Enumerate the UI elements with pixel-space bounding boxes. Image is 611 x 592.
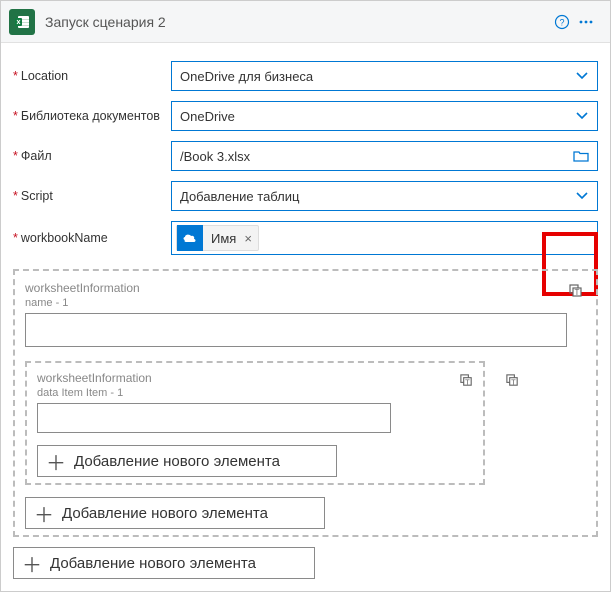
chevron-down-icon <box>575 189 589 203</box>
add-item-button[interactable]: ＋ Добавление нового элемента <box>13 547 315 579</box>
file-picker[interactable]: /Book 3.xlsx <box>171 141 598 171</box>
folder-icon[interactable] <box>573 149 589 163</box>
switch-to-input-icon[interactable]: T <box>503 371 521 389</box>
dynamic-token[interactable]: Имя × <box>176 225 259 251</box>
plus-icon: ＋ <box>26 499 62 528</box>
onedrive-icon <box>177 225 203 251</box>
worksheet-name-input[interactable] <box>25 313 567 347</box>
token-remove-icon[interactable]: × <box>244 231 258 246</box>
chevron-down-icon <box>575 109 589 123</box>
plus-icon: ＋ <box>14 549 50 578</box>
svg-text:T: T <box>465 377 470 386</box>
plus-icon: ＋ <box>38 447 74 476</box>
field-label: Script <box>21 189 53 203</box>
more-icon[interactable] <box>574 10 598 34</box>
workbook-name-input[interactable]: Имя × <box>171 221 598 255</box>
field-label: Библиотека документов <box>21 109 160 123</box>
svg-text:T: T <box>575 288 580 297</box>
switch-to-input-icon[interactable]: T <box>457 371 475 389</box>
action-card: Запуск сценария 2 ? *Location OneDrive д… <box>0 0 611 592</box>
worksheet-data-input[interactable] <box>37 403 391 433</box>
svg-text:?: ? <box>559 17 564 27</box>
library-dropdown[interactable]: OneDrive <box>171 101 598 131</box>
add-item-button[interactable]: ＋ Добавление нового элемента <box>37 445 337 477</box>
help-icon[interactable]: ? <box>550 10 574 34</box>
excel-icon <box>9 9 35 35</box>
array-worksheet-information: T worksheetInformation name - 1 T T work… <box>13 269 598 537</box>
field-location: *Location OneDrive для бизнеса <box>13 61 598 91</box>
field-library: *Библиотека документов OneDrive <box>13 101 598 131</box>
field-script: *Script Добавление таблиц <box>13 181 598 211</box>
field-workbook-name: *workbookName Имя × <box>13 221 598 255</box>
svg-text:T: T <box>511 377 516 386</box>
card-body: *Location OneDrive для бизнеса *Библиоте… <box>1 43 610 591</box>
array-label: worksheetInformation <box>25 281 586 295</box>
field-file: *Файл /Book 3.xlsx <box>13 141 598 171</box>
array-sublabel: name - 1 <box>25 297 586 309</box>
switch-to-input-icon[interactable]: T <box>566 281 586 301</box>
card-header: Запуск сценария 2 ? <box>1 1 610 43</box>
array-worksheet-data: T T worksheetInformation data Item Item … <box>25 361 485 485</box>
array-label: worksheetInformation <box>37 371 473 385</box>
field-label: Location <box>21 69 68 83</box>
card-title: Запуск сценария 2 <box>45 14 550 30</box>
location-dropdown[interactable]: OneDrive для бизнеса <box>171 61 598 91</box>
script-dropdown[interactable]: Добавление таблиц <box>171 181 598 211</box>
add-item-button[interactable]: ＋ Добавление нового элемента <box>25 497 325 529</box>
field-label: workbookName <box>21 231 108 245</box>
field-label: Файл <box>21 149 52 163</box>
chevron-down-icon <box>575 69 589 83</box>
array-sublabel: data Item Item - 1 <box>37 387 473 399</box>
